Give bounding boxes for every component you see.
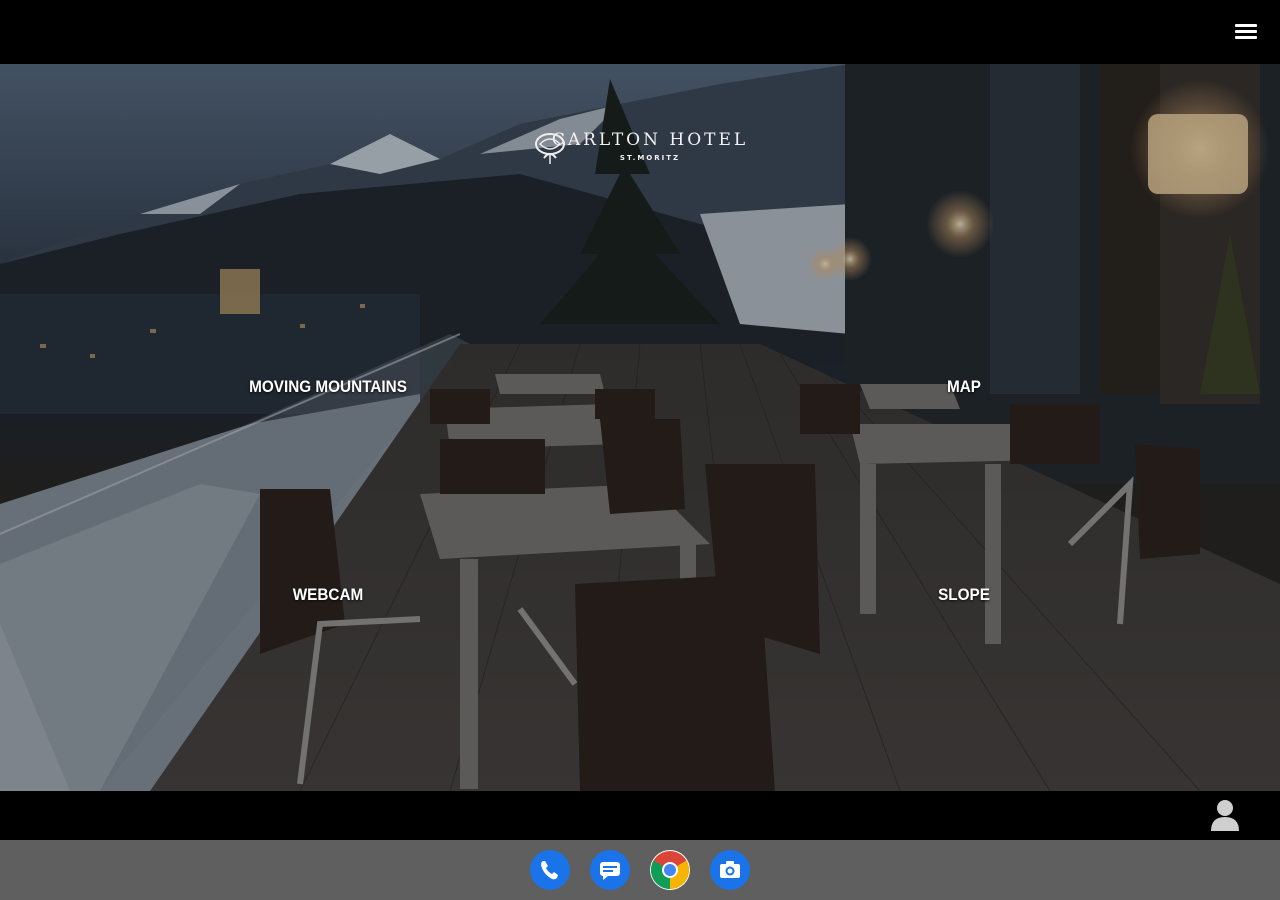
- phone-icon[interactable]: [530, 850, 570, 890]
- messages-icon[interactable]: [590, 850, 630, 890]
- messages-glyph: [600, 862, 620, 880]
- camera-glyph: [720, 861, 740, 878]
- top-app-bar: [0, 0, 1280, 64]
- chrome-glyph: [650, 851, 690, 890]
- system-dock: [0, 840, 1280, 900]
- link-map[interactable]: MAP: [947, 377, 981, 397]
- hotel-crest-icon: [535, 133, 565, 164]
- link-moving-mountains[interactable]: MOVING MOUNTAINS: [249, 377, 407, 397]
- phone-glyph: [541, 861, 558, 880]
- bottom-app-bar: [0, 791, 1280, 840]
- account-person-icon[interactable]: [1210, 799, 1240, 831]
- app-screen: CARLTON HOTEL ST.MORITZ MOVING MOUNTAINS…: [0, 0, 1280, 900]
- hotel-logo: CARLTON HOTEL ST.MORITZ: [530, 130, 770, 164]
- hero-background-image: CARLTON HOTEL ST.MORITZ MOVING MOUNTAINS…: [0, 64, 1280, 791]
- hotel-terrace-scene: [0, 64, 1280, 791]
- camera-icon[interactable]: [710, 850, 750, 890]
- link-slope[interactable]: SLOPE: [938, 585, 990, 605]
- chrome-icon[interactable]: [650, 850, 690, 890]
- hamburger-menu-icon[interactable]: [1232, 18, 1260, 46]
- link-webcam[interactable]: WEBCAM: [293, 585, 364, 605]
